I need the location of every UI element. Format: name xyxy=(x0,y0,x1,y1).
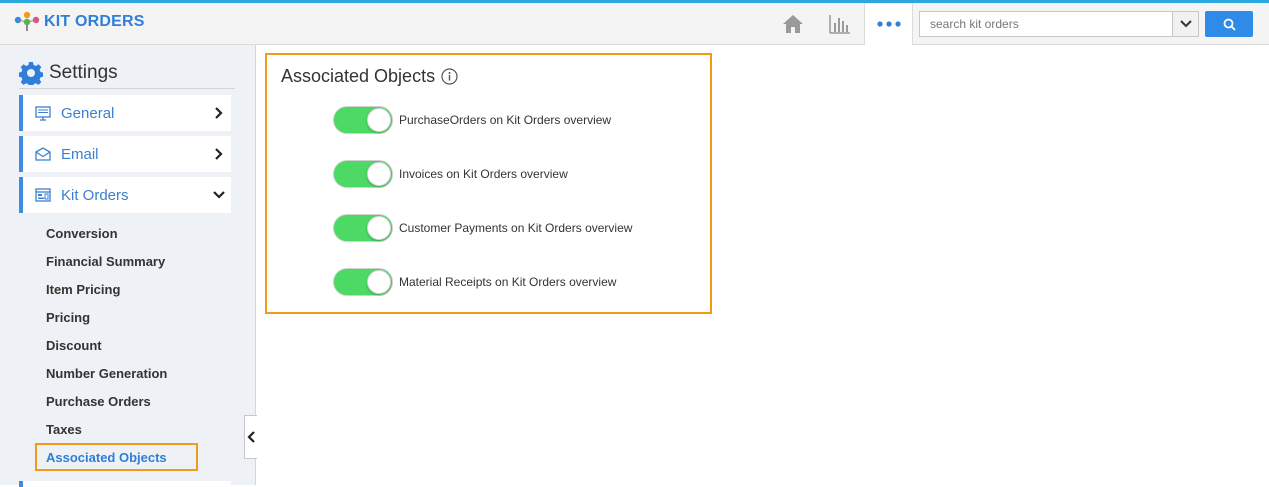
subitem-conversion[interactable]: Conversion xyxy=(46,226,118,241)
subitem-taxes[interactable]: Taxes xyxy=(46,422,82,437)
chevron-left-icon xyxy=(247,431,255,443)
search-filter-dropdown[interactable] xyxy=(1172,11,1199,37)
search-input[interactable] xyxy=(919,11,1172,37)
chevron-right-icon xyxy=(209,107,229,119)
customer-payments-toggle[interactable] xyxy=(333,214,393,242)
collapse-sidebar-button[interactable] xyxy=(244,415,257,459)
toggle-label: Material Receipts on Kit Orders overview xyxy=(399,275,617,289)
settings-header: Settings xyxy=(19,57,235,89)
subitem-purchase-orders[interactable]: Purchase Orders xyxy=(46,394,151,409)
invoices-toggle[interactable] xyxy=(333,160,393,188)
subitem-discount[interactable]: Discount xyxy=(46,338,102,353)
toggle-row-purchase-orders: PurchaseOrders on Kit Orders overview xyxy=(333,106,611,134)
search-button[interactable] xyxy=(1205,11,1253,37)
app-logo[interactable]: KIT ORDERS xyxy=(14,11,145,33)
sidebar-item-label: Kit Orders xyxy=(61,186,129,204)
search-icon xyxy=(1223,18,1236,31)
more-dots-icon[interactable] xyxy=(864,3,913,45)
purchase-orders-toggle[interactable] xyxy=(333,106,393,134)
subitem-associated-objects[interactable]: Associated Objects xyxy=(35,443,198,471)
settings-title: Settings xyxy=(49,61,118,83)
toggle-row-customer-payments: Customer Payments on Kit Orders overview xyxy=(333,214,632,242)
toggle-label: Invoices on Kit Orders overview xyxy=(399,167,568,181)
panel-title: Associated Objects xyxy=(281,66,436,86)
chevron-right-icon xyxy=(209,148,229,160)
chevron-down-icon xyxy=(209,191,229,199)
sidebar-item-next[interactable] xyxy=(19,481,231,487)
app-logo-icon xyxy=(14,11,40,33)
window-icon xyxy=(35,187,51,203)
envelope-icon xyxy=(35,146,51,162)
toggle-row-material-receipts: Material Receipts on Kit Orders overview xyxy=(333,268,616,296)
bar-chart-icon[interactable] xyxy=(817,3,863,45)
material-receipts-toggle[interactable] xyxy=(333,268,393,296)
subitem-financial-summary[interactable]: Financial Summary xyxy=(46,254,165,269)
settings-sidebar: Settings General Email Kit Orders Conver… xyxy=(0,45,257,487)
gear-icon xyxy=(19,61,43,85)
toggle-label: PurchaseOrders on Kit Orders overview xyxy=(399,113,612,127)
top-bar: KIT ORDERS xyxy=(0,0,1269,45)
toggle-label: Customer Payments on Kit Orders overview xyxy=(399,221,633,235)
sidebar-item-general[interactable]: General xyxy=(19,95,231,131)
subitem-pricing[interactable]: Pricing xyxy=(46,310,90,325)
sidebar-item-label: General xyxy=(61,104,115,122)
subitem-number-generation[interactable]: Number Generation xyxy=(46,366,167,381)
sidebar-item-kit-orders[interactable]: Kit Orders xyxy=(19,177,231,213)
chevron-down-icon xyxy=(1179,20,1192,28)
sidebar-item-email[interactable]: Email xyxy=(19,136,231,172)
app-title: KIT ORDERS xyxy=(44,13,145,30)
info-icon[interactable] xyxy=(441,68,458,85)
toggle-row-invoices: Invoices on Kit Orders overview xyxy=(333,160,568,188)
associated-objects-panel: Associated Objects PurchaseOrders on Kit… xyxy=(265,53,712,314)
monitor-icon xyxy=(35,105,51,121)
subitem-item-pricing[interactable]: Item Pricing xyxy=(46,282,120,297)
sidebar-item-label: Email xyxy=(61,145,99,163)
home-icon[interactable] xyxy=(770,3,816,45)
